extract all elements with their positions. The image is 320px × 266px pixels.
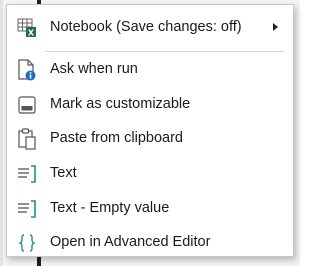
menu-item-label: Text - Empty value [50,200,170,216]
menu-item-mark-as-customizable[interactable]: Mark as customizable [8,87,292,121]
background-edge [0,0,3,266]
document-info-icon [16,59,38,81]
menu-item-paste-from-clipboard[interactable]: Paste from clipboard [8,121,292,155]
braces-icon [16,232,38,254]
menu-item-label: Mark as customizable [50,96,191,112]
menu-item-text-empty-value[interactable]: Text - Empty value [8,191,292,225]
text-lines-icon [16,198,38,220]
menu-item-notebook[interactable]: X Notebook (Save changes: off) [8,10,292,44]
menu-item-label: Open in Advanced Editor [50,234,211,250]
text-lines-icon [16,163,38,185]
menu-item-label: Text [50,165,77,181]
window-panel-icon [16,94,38,116]
table-excel-icon: X [16,17,38,39]
clipboard-icon [16,128,38,150]
chevron-right-icon [273,23,278,31]
menu-item-label: Paste from clipboard [50,130,183,146]
context-menu: X Notebook (Save changes: off) Ask when … [6,4,294,257]
svg-text:X: X [28,29,35,38]
menu-item-label: Notebook (Save changes: off) [50,19,242,35]
menu-item-text[interactable]: Text [8,156,292,190]
menu-item-label: Ask when run [50,61,138,77]
menu-item-open-in-advanced-editor[interactable]: Open in Advanced Editor [8,225,292,259]
menu-item-ask-when-run[interactable]: Ask when run [8,52,292,86]
